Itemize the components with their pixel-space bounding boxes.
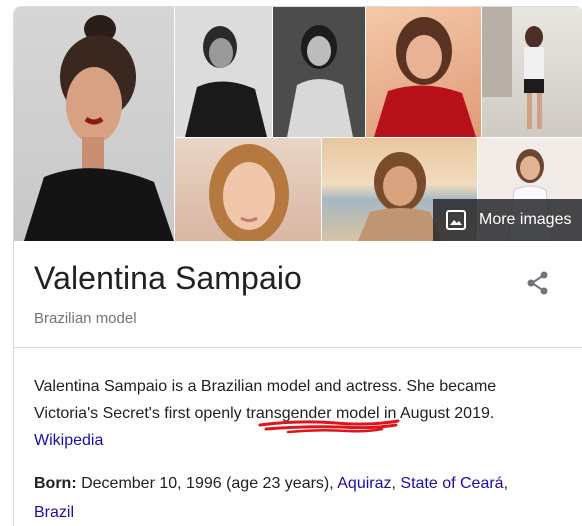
- more-images-label: More images: [479, 211, 572, 228]
- born-place-link-state[interactable]: State of Ceará: [400, 475, 503, 492]
- section-divider: [14, 347, 582, 348]
- wikipedia-link[interactable]: Wikipedia: [34, 432, 103, 449]
- born-value: December 10, 1996 (age 23 years),: [76, 475, 338, 492]
- entity-description: Valentina Sampaio is a Brazilian model a…: [34, 373, 564, 454]
- entity-subtitle: Brazilian model: [34, 310, 137, 327]
- share-icon: [527, 271, 548, 295]
- image-street[interactable]: [482, 7, 582, 137]
- red-scribble-annotation: [258, 419, 400, 434]
- bw-1-silhouette: [185, 26, 267, 137]
- image-red-jacket[interactable]: [366, 7, 481, 137]
- born-label: Born:: [34, 475, 77, 492]
- closeup-silhouette: [209, 144, 289, 241]
- born-place-link-brazil[interactable]: Brazil: [34, 504, 74, 521]
- bw-2-silhouette: [287, 25, 353, 137]
- more-images-button[interactable]: More images: [433, 199, 582, 241]
- born-separator-2: ,: [503, 475, 509, 492]
- red-jacket-silhouette: [374, 17, 476, 137]
- knowledge-panel: More images Valentina Sampaio Brazilian …: [13, 6, 582, 526]
- portrait-silhouette: [24, 15, 174, 241]
- born-fact: Born: December 10, 1996 (age 23 years), …: [34, 469, 564, 526]
- street-silhouette: [482, 7, 544, 129]
- image-icon: [446, 210, 466, 230]
- image-bw-1[interactable]: [175, 7, 272, 137]
- image-grid: More images: [14, 7, 582, 241]
- born-place-link-aquiraz[interactable]: Aquiraz: [337, 475, 391, 492]
- entity-title: Valentina Sampaio: [34, 260, 302, 296]
- image-closeup[interactable]: [175, 138, 321, 241]
- image-main-portrait[interactable]: [14, 7, 174, 241]
- image-bw-2[interactable]: [273, 7, 365, 137]
- share-button[interactable]: [524, 269, 552, 297]
